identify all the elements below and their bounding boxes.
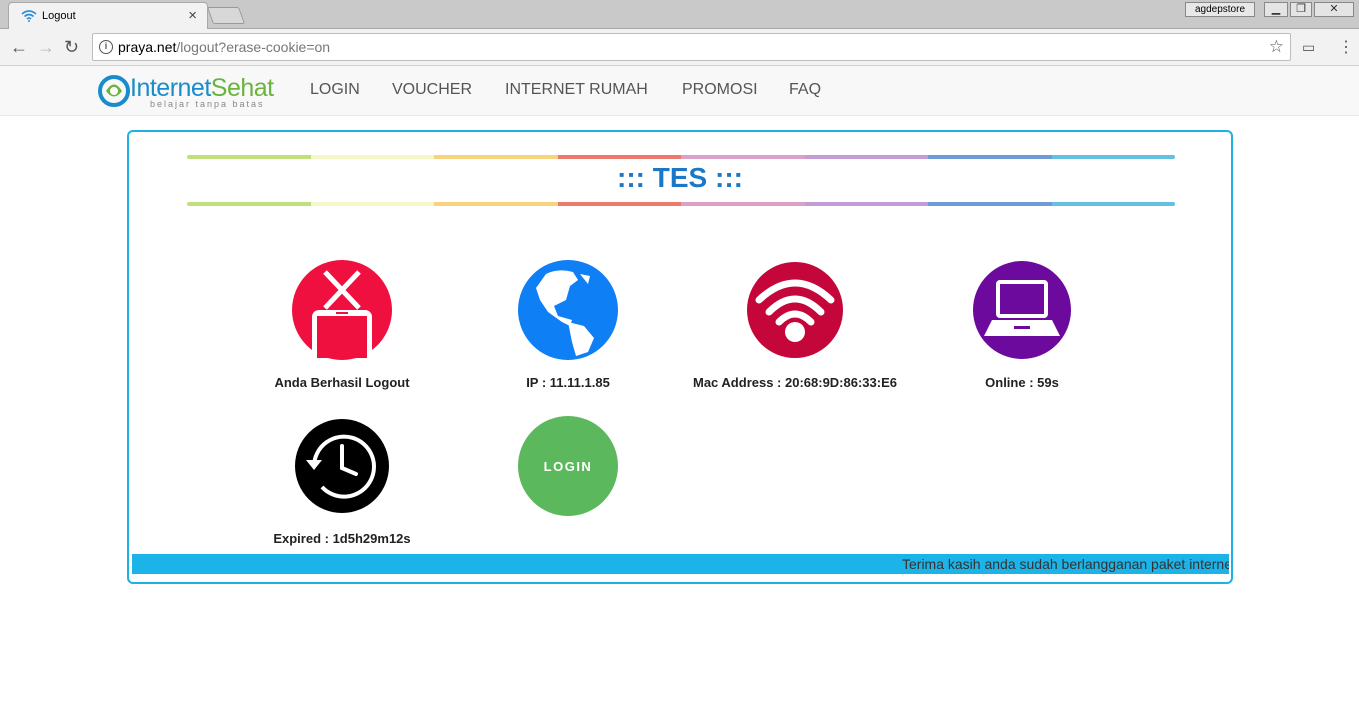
site-navbar: InternetSehat belajar tanpa batas LOGIN …: [0, 66, 1359, 116]
rainbow-segment: [434, 202, 558, 206]
new-tab-button[interactable]: [206, 7, 246, 24]
expired-time-label: Expired : 1d5h29m12s: [273, 531, 411, 546]
rainbow-segment: [928, 155, 1052, 159]
rainbow-segment: [681, 155, 805, 159]
site-logo[interactable]: InternetSehat belajar tanpa batas: [98, 74, 294, 110]
logo-text-sehat: Sehat: [210, 74, 274, 102]
login-button[interactable]: LOGIN: [518, 416, 618, 516]
cast-icon[interactable]: ▭: [1302, 39, 1315, 56]
rainbow-divider-top: [187, 155, 1175, 159]
rainbow-segment: [434, 155, 558, 159]
minimize-icon[interactable]: ▁: [1264, 2, 1288, 17]
rainbow-divider-bottom: [187, 202, 1175, 206]
url-path: /logout?erase-cookie=on: [176, 39, 331, 55]
nav-login[interactable]: LOGIN: [310, 81, 360, 99]
online-time-tile: Online : 59s: [902, 260, 1142, 390]
wifi-icon: [21, 10, 37, 22]
reload-icon[interactable]: ↻: [64, 37, 79, 58]
bookmark-star-icon[interactable]: ☆: [1269, 37, 1284, 57]
rainbow-segment: [187, 155, 311, 159]
rainbow-segment: [804, 155, 928, 159]
rainbow-segment: [310, 202, 434, 206]
restore-icon[interactable]: ❐: [1290, 2, 1312, 17]
history-clock-icon: [295, 419, 389, 513]
menu-icon[interactable]: ⋮: [1338, 37, 1354, 57]
nav-faq[interactable]: FAQ: [789, 81, 821, 99]
browser-titlebar: Logout × agdepstore ▁ ❐ ✕: [0, 0, 1359, 29]
rainbow-segment: [557, 155, 681, 159]
marquee-ticker: Terima kasih anda sudah berlangganan pak…: [132, 554, 1229, 574]
login-button-tile: LOGIN: [448, 416, 688, 521]
expired-time-tile: Expired : 1d5h29m12s: [222, 416, 462, 546]
profile-button[interactable]: agdepstore: [1185, 2, 1255, 17]
rainbow-segment: [1051, 202, 1175, 206]
ip-address-tile: IP : 11.11.1.85: [448, 260, 688, 390]
logo-text-internet: Internet: [130, 74, 211, 102]
rainbow-segment: [928, 202, 1052, 206]
rainbow-segment: [681, 202, 805, 206]
panel-title: ::: TES :::: [617, 162, 743, 193]
logout-icon: [292, 260, 392, 360]
rainbow-segment: [1051, 155, 1175, 159]
info-icon[interactable]: i: [99, 40, 113, 54]
window-close-icon[interactable]: ✕: [1314, 2, 1354, 17]
rainbow-segment: [804, 202, 928, 206]
forward-icon[interactable]: →: [37, 37, 55, 58]
back-icon[interactable]: ←: [10, 37, 28, 58]
logo-tagline: belajar tanpa batas: [150, 99, 265, 109]
nav-promosi[interactable]: PROMOSI: [682, 81, 758, 99]
mac-address-label: Mac Address : 20:68:9D:86:33:E6: [693, 375, 897, 390]
rainbow-segment: [557, 202, 681, 206]
browser-tab[interactable]: Logout ×: [8, 2, 208, 29]
nav-voucher[interactable]: VOUCHER: [392, 81, 472, 99]
url-host: praya.net: [118, 39, 177, 55]
nav-internet-rumah[interactable]: INTERNET RUMAH: [505, 81, 648, 99]
ip-address-label: IP : 11.11.1.85: [526, 375, 610, 390]
mac-address-tile: Mac Address : 20:68:9D:86:33:E6: [675, 260, 915, 390]
laptop-icon: [973, 261, 1071, 359]
tab-title: Logout: [42, 10, 76, 22]
wifi-signal-icon: [747, 262, 843, 358]
ticker-text: Terima kasih anda sudah berlangganan pak…: [902, 556, 1229, 572]
login-button-label: LOGIN: [544, 459, 593, 474]
logout-status-tile: Anda Berhasil Logout: [222, 260, 462, 390]
url-text[interactable]: praya.net/logout?erase-cookie=on: [118, 39, 330, 55]
online-time-label: Online : 59s: [985, 375, 1059, 390]
globe-icon: [518, 260, 618, 360]
logout-status-label: Anda Berhasil Logout: [274, 375, 410, 390]
address-bar[interactable]: i praya.net/logout?erase-cookie=on ☆: [92, 33, 1291, 61]
logo-swirl-icon: [98, 75, 130, 107]
status-panel: ::: TES ::: Anda Berhasil Logout IP : 11…: [127, 130, 1233, 584]
rainbow-segment: [310, 155, 434, 159]
browser-toolbar: ← → ↻ i praya.net/logout?erase-cookie=on…: [0, 29, 1359, 66]
close-icon[interactable]: ×: [188, 7, 197, 24]
rainbow-segment: [187, 202, 311, 206]
